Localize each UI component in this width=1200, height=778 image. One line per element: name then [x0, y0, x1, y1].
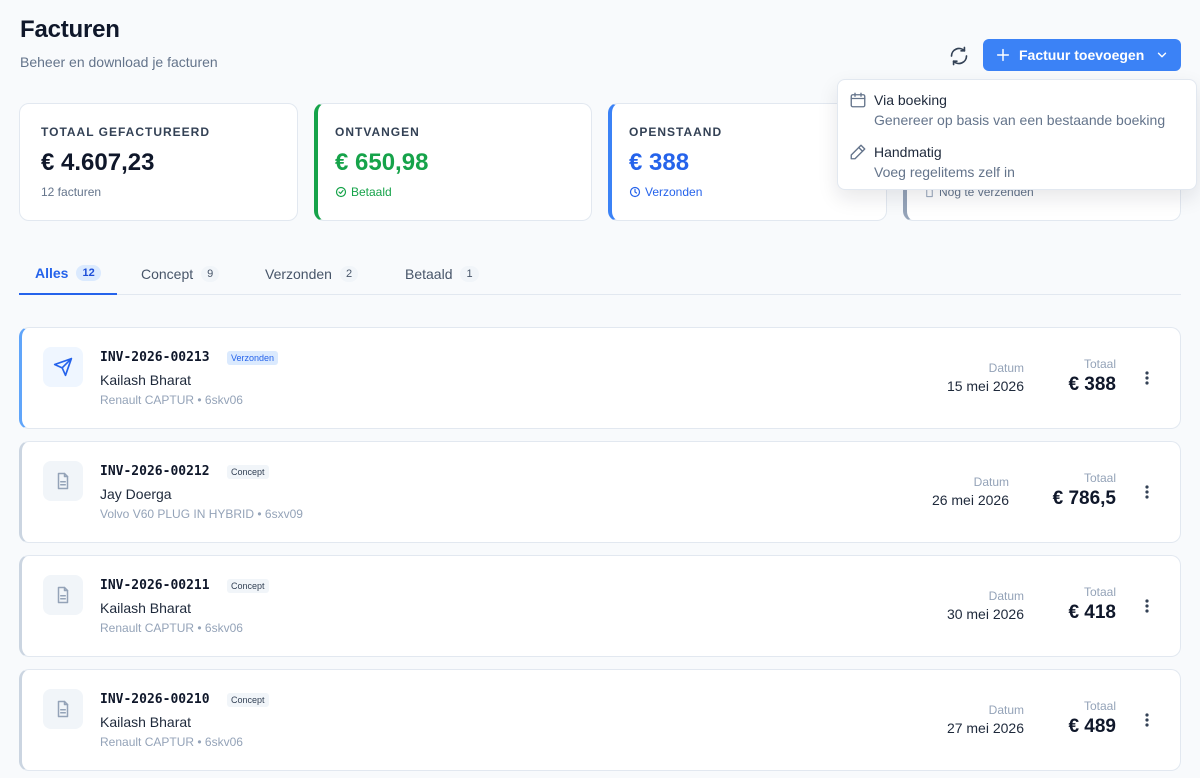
- stat-sub-text: Betaald: [351, 185, 392, 199]
- dropdown-item-manual[interactable]: Handmatig Voeg regelitems zelf in: [838, 141, 1196, 191]
- invoice-customer: Kailash Bharat: [100, 600, 192, 616]
- more-options-button[interactable]: [1140, 710, 1154, 730]
- send-icon: [53, 357, 73, 377]
- page-header: Facturen Beheer en download je facturen: [20, 16, 218, 70]
- stat-sub: Betaald: [335, 185, 392, 199]
- stat-label: ONTVANGEN: [335, 125, 420, 139]
- tab-count-badge: 1: [460, 265, 479, 282]
- clock-icon: [629, 186, 641, 198]
- total-label: Totaal: [1083, 699, 1116, 713]
- date-label: Datum: [973, 475, 1009, 489]
- invoice-total: € 418: [1068, 602, 1116, 623]
- invoice-date: 30 mei 2026: [946, 606, 1024, 622]
- chevron-down-icon: [1157, 52, 1167, 58]
- status-badge: Verzonden: [227, 351, 279, 365]
- calendar-icon: [850, 92, 866, 108]
- add-invoice-dropdown: Via boeking Genereer op basis van een be…: [837, 79, 1197, 190]
- stat-sub-text: Verzonden: [645, 185, 703, 199]
- more-options-button[interactable]: [1140, 368, 1154, 388]
- tab-count-badge: 2: [339, 265, 359, 282]
- invoice-total: € 489: [1068, 716, 1116, 737]
- stat-value: € 4.607,23: [41, 149, 155, 176]
- invoice-customer: Kailash Bharat: [100, 372, 192, 388]
- stat-sub: Verzonden: [629, 185, 702, 199]
- stat-sub: 12 facturen: [41, 185, 101, 199]
- invoice-number: INV-2026-00212: [100, 464, 210, 479]
- invoice-number: INV-2026-00211: [100, 578, 210, 593]
- invoice-type-icon: [43, 347, 83, 387]
- invoice-card[interactable]: INV-2026-00210 Concept Kailash Bharat Re…: [19, 669, 1181, 771]
- tab-paid[interactable]: Betaald 1: [405, 254, 479, 295]
- invoice-customer: Jay Doerga: [100, 486, 172, 502]
- invoice-tabs: Alles 12 Concept 9 Verzonden 2 Betaald 1: [19, 254, 1181, 295]
- more-options-button[interactable]: [1140, 596, 1154, 616]
- dropdown-item-description: Genereer op basis van een bestaande boek…: [874, 112, 1166, 128]
- tab-all[interactable]: Alles 12: [19, 254, 117, 295]
- total-label: Totaal: [1083, 357, 1116, 371]
- check-circle-icon: [335, 186, 347, 198]
- tab-label: Concept: [141, 265, 194, 282]
- total-label: Totaal: [1083, 585, 1116, 599]
- tab-count-badge: 9: [201, 265, 220, 282]
- invoice-total: € 388: [1068, 374, 1116, 395]
- status-badge: Concept: [227, 465, 269, 479]
- page-title: Facturen: [20, 16, 120, 43]
- more-options-button[interactable]: [1140, 482, 1154, 502]
- stat-card-total: TOTAAL GEFACTUREERD € 4.607,23 12 factur…: [19, 103, 298, 221]
- invoice-card[interactable]: INV-2026-00211 Concept Kailash Bharat Re…: [19, 555, 1181, 657]
- tab-concept[interactable]: Concept 9: [141, 254, 220, 295]
- invoice-total: € 786,5: [1052, 488, 1116, 509]
- dropdown-item-via-booking[interactable]: Via boeking Genereer op basis van een be…: [838, 89, 1196, 139]
- invoice-type-icon: [43, 575, 83, 615]
- more-vertical-icon: [1145, 599, 1149, 613]
- status-badge: Concept: [227, 579, 269, 593]
- stat-value: € 388: [629, 149, 690, 176]
- invoice-vehicle: Volvo V60 PLUG IN HYBRID • 6sxv09: [100, 507, 303, 521]
- invoice-vehicle: Renault CAPTUR • 6skv06: [100, 393, 243, 407]
- dropdown-item-title: Via boeking: [874, 92, 947, 108]
- more-vertical-icon: [1145, 485, 1149, 499]
- tab-label: Betaald: [405, 265, 453, 282]
- dropdown-item-title: Handmatig: [874, 144, 942, 160]
- pencil-icon: [850, 144, 866, 160]
- total-label: Totaal: [1083, 471, 1116, 485]
- document-icon: [57, 700, 69, 718]
- stat-value: € 650,98: [335, 149, 429, 176]
- tab-label: Alles: [35, 264, 69, 281]
- invoice-card[interactable]: INV-2026-00213 Verzonden Kailash Bharat …: [19, 327, 1181, 429]
- more-vertical-icon: [1145, 371, 1149, 385]
- dropdown-item-description: Voeg regelitems zelf in: [874, 164, 1015, 180]
- invoice-customer: Kailash Bharat: [100, 714, 192, 730]
- stat-sub-text: 12 facturen: [41, 185, 102, 199]
- stat-card-received: ONTVANGEN € 650,98 Betaald: [314, 103, 592, 221]
- tab-count-badge: 12: [76, 264, 101, 281]
- date-label: Datum: [988, 361, 1024, 375]
- document-icon: [57, 472, 69, 490]
- plus-icon: [996, 48, 1010, 62]
- stat-label: TOTAAL GEFACTUREERD: [41, 125, 211, 139]
- add-invoice-button[interactable]: Factuur toevoegen: [983, 39, 1181, 71]
- invoice-date: 27 mei 2026: [946, 720, 1024, 736]
- invoice-card[interactable]: INV-2026-00212 Concept Jay Doerga Volvo …: [19, 441, 1181, 543]
- invoice-type-icon: [43, 689, 83, 729]
- refresh-icon: [950, 46, 968, 66]
- document-icon: [57, 586, 69, 604]
- invoice-type-icon: [43, 461, 83, 501]
- date-label: Datum: [988, 703, 1024, 717]
- stat-label: OPENSTAAND: [629, 125, 723, 139]
- page-subtitle: Beheer en download je facturen: [20, 54, 218, 70]
- invoice-vehicle: Renault CAPTUR • 6skv06: [100, 735, 243, 749]
- add-invoice-label: Factuur toevoegen: [1019, 47, 1145, 63]
- more-vertical-icon: [1145, 713, 1149, 727]
- invoice-date: 26 mei 2026: [931, 492, 1009, 508]
- tab-label: Verzonden: [265, 265, 332, 282]
- invoice-number: INV-2026-00213: [100, 350, 210, 365]
- refresh-button[interactable]: [944, 41, 974, 71]
- invoice-vehicle: Renault CAPTUR • 6skv06: [100, 621, 243, 635]
- status-badge: Concept: [227, 693, 269, 707]
- invoice-number: INV-2026-00210: [100, 692, 210, 707]
- date-label: Datum: [988, 589, 1024, 603]
- tab-sent[interactable]: Verzonden 2: [265, 254, 359, 295]
- invoice-date: 15 mei 2026: [946, 378, 1024, 394]
